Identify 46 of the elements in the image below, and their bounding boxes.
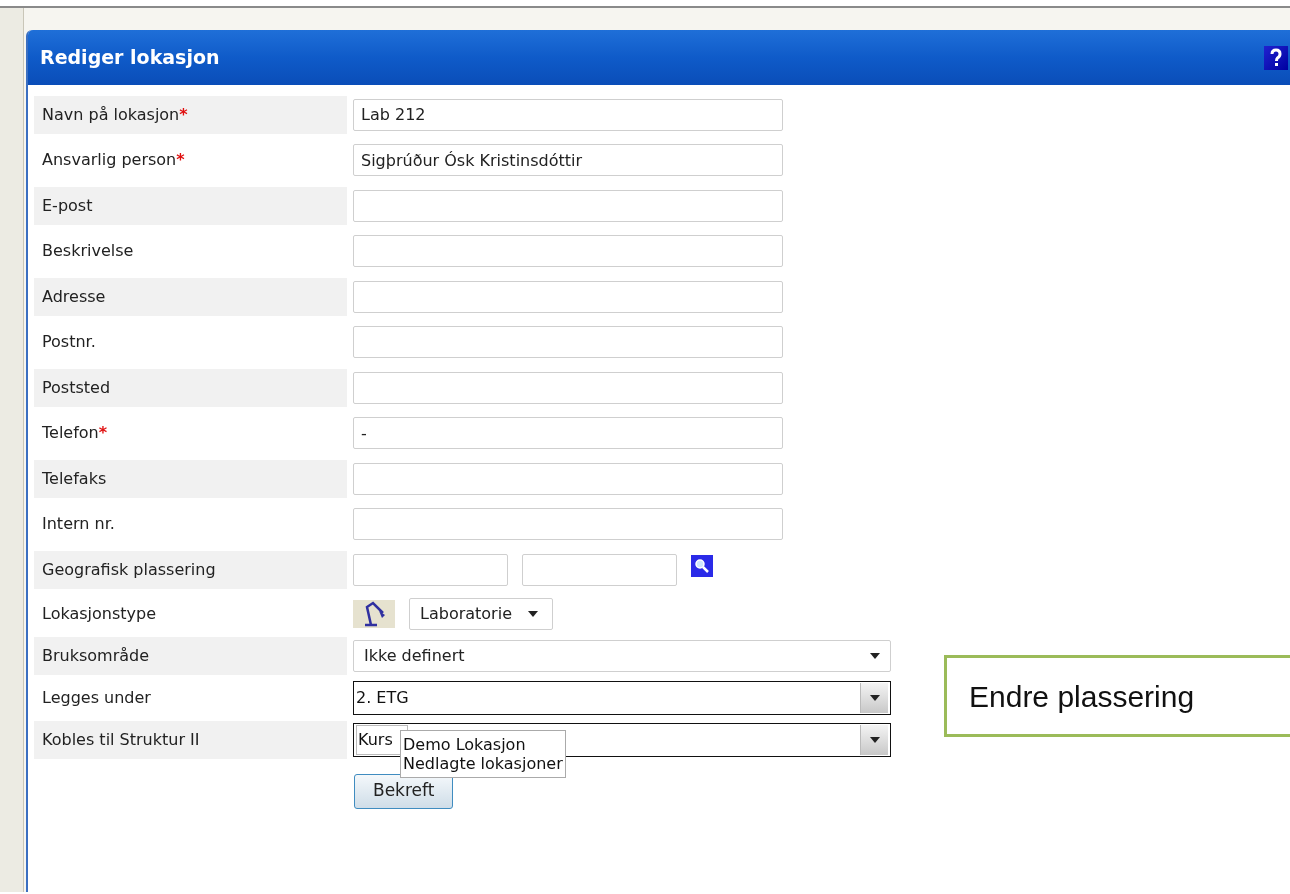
dialog-title: Rediger lokasjon	[40, 45, 220, 71]
field-label: Poststed	[42, 376, 111, 399]
text-field[interactable]: Lab 212	[353, 98, 783, 131]
required-marker: *	[179, 103, 188, 126]
type-dropdown[interactable]: Laboratorie	[409, 597, 553, 630]
text-field[interactable]	[353, 280, 783, 313]
field-label: Legges under	[42, 686, 151, 709]
caret-icon	[870, 652, 880, 659]
text-field[interactable]	[353, 189, 783, 222]
required-marker: *	[98, 422, 108, 445]
field-label: Geografisk plassering	[42, 558, 216, 581]
field-label: Adresse	[42, 285, 106, 308]
field-label: Intern nr.	[42, 513, 115, 536]
dropdown-button[interactable]	[860, 724, 888, 755]
text-field[interactable]: Sigþrúður Ósk Kristinsdóttir	[353, 144, 783, 177]
usage-dropdown[interactable]: Ikke definert	[353, 639, 891, 672]
field-label: Kobles til Struktur II	[42, 728, 200, 751]
caret-icon	[869, 694, 880, 701]
help-icon[interactable]	[1264, 45, 1288, 70]
callout-label: Endre plassering	[944, 655, 1290, 737]
field-label: Bruksområde	[42, 644, 150, 667]
field-label: Navn på lokasjon	[42, 103, 180, 126]
field-label: Telefon	[42, 422, 99, 445]
required-marker: *	[176, 149, 185, 172]
field-label: Postnr.	[42, 331, 96, 354]
field-label: Lokasjonstype	[42, 602, 156, 625]
dropdown-button[interactable]	[860, 682, 888, 713]
field-label: E-post	[42, 194, 93, 217]
caret-icon	[869, 736, 880, 743]
confirm-button[interactable]: Bekreft	[354, 773, 454, 809]
dropdown-option[interactable]: Demo Lokasjon	[403, 734, 563, 754]
text-field[interactable]	[353, 326, 783, 359]
field-label: Telefaks	[42, 467, 107, 490]
text-field[interactable]	[353, 462, 783, 495]
longitude-field[interactable]	[522, 553, 677, 586]
search-icon[interactable]	[691, 554, 713, 577]
text-field[interactable]	[353, 235, 783, 268]
text-field[interactable]: -	[353, 417, 783, 450]
text-field[interactable]	[353, 371, 783, 404]
text-field[interactable]	[353, 508, 783, 541]
field-label: Beskrivelse	[42, 240, 134, 263]
parent-dropdown[interactable]: 2. ETG	[353, 680, 891, 715]
latitude-field[interactable]	[353, 553, 508, 586]
caret-icon	[528, 610, 538, 617]
field-label: Ansvarlig person	[42, 149, 177, 172]
lab-lamp-icon	[353, 599, 395, 628]
